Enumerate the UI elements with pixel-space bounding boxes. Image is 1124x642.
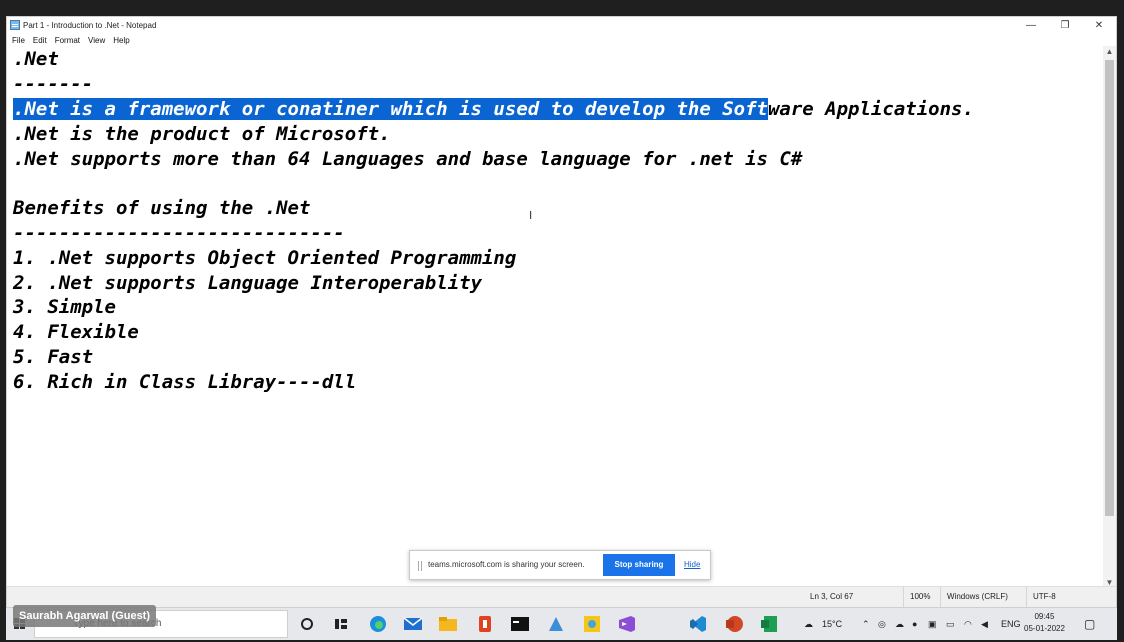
powerpoint-icon[interactable] bbox=[724, 614, 744, 634]
notifications-icon[interactable]: ▢ bbox=[1084, 608, 1095, 640]
taskbar: Type here to search ☁ 15°C ⌃ ◎ ☁ ● ▣ ▭ ◠… bbox=[6, 608, 1117, 640]
window-title: Part 1 - Introduction to .Net - Notepad bbox=[23, 20, 157, 30]
cursor-position: Ln 3, Col 67 bbox=[810, 592, 854, 601]
participant-name-tag: Saurabh Agarwal (Guest) bbox=[13, 605, 157, 627]
weather-temp[interactable]: 15°C bbox=[822, 608, 842, 640]
editor-line-rest: ware Applications. bbox=[767, 98, 974, 120]
encoding: UTF-8 bbox=[1026, 587, 1056, 607]
hide-link[interactable]: Hide bbox=[684, 551, 700, 579]
vscode-icon[interactable] bbox=[688, 614, 708, 634]
file-explorer-icon[interactable] bbox=[438, 614, 458, 634]
editor-line: Benefits of using the .Net bbox=[13, 197, 311, 219]
task-view-icon[interactable] bbox=[331, 614, 351, 634]
menu-help[interactable]: Help bbox=[109, 36, 133, 45]
paint-icon[interactable] bbox=[582, 614, 602, 634]
network-status-icon[interactable]: ◎ bbox=[878, 608, 886, 640]
notepad-window: Part 1 - Introduction to .Net - Notepad … bbox=[6, 16, 1117, 608]
mail-icon[interactable] bbox=[403, 614, 423, 634]
editor-line: ----------------------------- bbox=[13, 222, 345, 244]
title-bar: Part 1 - Introduction to .Net - Notepad … bbox=[7, 17, 1116, 33]
battery-icon[interactable]: ▭ bbox=[946, 608, 955, 640]
visual-studio-icon[interactable] bbox=[617, 614, 637, 634]
taskbar-clock[interactable]: 09:45 05-01-2022 bbox=[1024, 611, 1065, 635]
weather-icon[interactable]: ☁ bbox=[804, 608, 813, 640]
share-message: teams.microsoft.com is sharing your scre… bbox=[428, 560, 585, 569]
wifi-icon[interactable]: ◠ bbox=[964, 608, 972, 640]
scrollbar-thumb[interactable] bbox=[1105, 60, 1114, 516]
cloud-icon[interactable]: ☁ bbox=[895, 608, 904, 640]
clock-time: 09:45 bbox=[1034, 612, 1055, 621]
minimize-button[interactable]: — bbox=[1014, 17, 1048, 33]
cortana-icon[interactable] bbox=[297, 614, 317, 634]
terminal-icon[interactable] bbox=[510, 614, 530, 634]
editor-line: .Net is the product of Microsoft. bbox=[13, 123, 391, 145]
status-bar: Ln 3, Col 67 100% Windows (CRLF) UTF-8 bbox=[7, 586, 1116, 607]
editor-line: 1. .Net supports Object Oriented Program… bbox=[13, 247, 517, 269]
text-editor[interactable]: .Net ------- .Net is a framework or cona… bbox=[7, 46, 1101, 589]
editor-line: .Net supports more than 64 Languages and… bbox=[13, 148, 803, 170]
edge-icon[interactable] bbox=[368, 614, 388, 634]
excel-icon[interactable] bbox=[759, 614, 779, 634]
menu-file[interactable]: File bbox=[7, 36, 29, 45]
editor-line: .Net bbox=[13, 48, 59, 70]
zoom-level: 100% bbox=[903, 587, 930, 607]
clock-date: 05-01-2022 bbox=[1024, 624, 1065, 633]
show-hidden-icons-icon[interactable]: ⌃ bbox=[862, 608, 870, 640]
vertical-scrollbar[interactable]: ▲ ▼ bbox=[1103, 46, 1116, 589]
text-selection: .Net is a framework or conatiner which i… bbox=[13, 98, 768, 120]
notepad-icon bbox=[10, 20, 20, 30]
display-icon[interactable]: ▣ bbox=[928, 608, 937, 640]
editor-line: 5. Fast bbox=[13, 346, 94, 368]
menu-edit[interactable]: Edit bbox=[29, 36, 51, 45]
office-icon[interactable] bbox=[475, 614, 495, 634]
editor-line: 2. .Net supports Language Interoperablit… bbox=[13, 272, 482, 294]
close-button[interactable]: ✕ bbox=[1082, 17, 1116, 33]
mouse-ibeam-cursor: I bbox=[529, 209, 533, 222]
line-ending: Windows (CRLF) bbox=[940, 587, 1008, 607]
editor-line: 4. Flexible bbox=[13, 321, 139, 343]
editor-line: ------- bbox=[13, 73, 94, 95]
volume-icon[interactable]: ◀ bbox=[981, 608, 988, 640]
drag-handle-icon[interactable] bbox=[418, 561, 422, 571]
screen-share-bar: teams.microsoft.com is sharing your scre… bbox=[409, 550, 711, 580]
editor-line: 6. Rich in Class Libray----dll bbox=[13, 371, 357, 393]
menu-format[interactable]: Format bbox=[51, 36, 84, 45]
menu-bar: File Edit Format View Help bbox=[7, 33, 134, 47]
editor-line-selected: .Net is a framework or conatiner which i… bbox=[13, 97, 974, 121]
azure-data-studio-icon[interactable] bbox=[546, 614, 566, 634]
microphone-icon[interactable]: ● bbox=[912, 608, 917, 640]
maximize-button[interactable]: ❐ bbox=[1048, 17, 1082, 33]
menu-view[interactable]: View bbox=[84, 36, 109, 45]
input-language[interactable]: ENG bbox=[1001, 608, 1021, 640]
stop-sharing-button[interactable]: Stop sharing bbox=[603, 554, 675, 576]
scroll-up-icon[interactable]: ▲ bbox=[1103, 46, 1116, 58]
editor-line: 3. Simple bbox=[13, 296, 116, 318]
window-controls: — ❐ ✕ bbox=[1014, 17, 1116, 33]
